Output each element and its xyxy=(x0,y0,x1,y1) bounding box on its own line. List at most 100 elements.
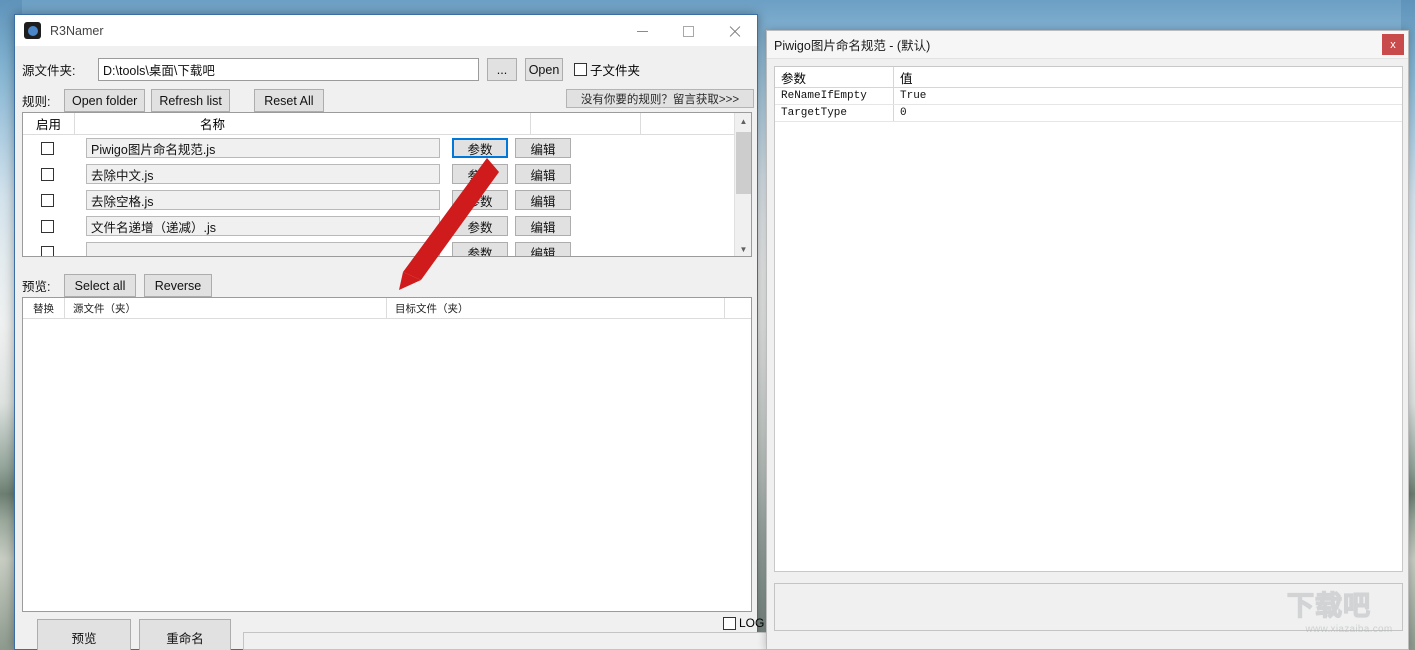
checkbox-icon xyxy=(41,219,54,233)
rule-name-input[interactable]: 去除中文.js xyxy=(86,164,440,184)
dialog-titlebar: Piwigo图片命名规范 - (默认) x xyxy=(767,31,1408,59)
parameter-dialog: Piwigo图片命名规范 - (默认) x 参数 值 ReNameIfEmpty… xyxy=(766,30,1409,650)
rules-table-body: Piwigo图片命名规范.js 参数 编辑 去除中文.js 参数 编辑 去除空格… xyxy=(23,135,751,256)
rules-label: 规则: xyxy=(22,95,51,109)
property-column-value: 值 xyxy=(900,71,913,86)
checkbox-box-log xyxy=(723,616,736,630)
window-controls xyxy=(619,15,757,47)
checkbox-icon xyxy=(41,193,54,207)
property-name: ReNameIfEmpty xyxy=(775,88,894,104)
property-value[interactable]: True xyxy=(894,88,1402,104)
maximize-icon xyxy=(682,25,694,37)
preview-column-source: 源文件（夹） xyxy=(65,298,387,318)
rule-name-input[interactable] xyxy=(86,242,440,256)
open-button[interactable]: Open xyxy=(525,58,563,81)
rules-table-header: 启用 名称 xyxy=(23,113,751,135)
table-row[interactable]: 去除中文.js 参数 编辑 xyxy=(23,161,751,187)
preview-toolbar: 预览: Select all Reverse xyxy=(22,274,212,297)
rule-enabled-cell[interactable] xyxy=(23,193,75,207)
rule-action-buttons: 参数 编辑 xyxy=(452,242,571,256)
browse-button[interactable]: ... xyxy=(487,58,517,81)
table-row[interactable]: ReNameIfEmpty True xyxy=(775,88,1402,105)
refresh-list-button[interactable]: Refresh list xyxy=(151,89,230,112)
open-folder-button[interactable]: Open folder xyxy=(64,89,146,112)
subfolder-checkbox[interactable]: 子文件夹 xyxy=(574,60,640,79)
status-bar xyxy=(243,632,770,650)
property-grid-header: 参数 值 xyxy=(775,67,1402,88)
promo-banner-button[interactable]: 没有你要的规则？留言获取>>> xyxy=(566,89,754,108)
checkbox-icon xyxy=(41,245,54,256)
rule-action-buttons: 参数 编辑 xyxy=(452,190,571,210)
rule-edit-button[interactable]: 编辑 xyxy=(515,138,571,158)
rule-enabled-cell[interactable] xyxy=(23,141,75,155)
rule-name-input[interactable]: 文件名递增（递减）.js xyxy=(86,216,440,236)
rule-action-buttons: 参数 编辑 xyxy=(452,164,571,184)
preview-table-panel: 替换 源文件（夹） 目标文件（夹） xyxy=(22,297,752,612)
checkbox-icon xyxy=(41,167,54,181)
rule-param-button[interactable]: 参数 xyxy=(452,190,508,210)
rule-enabled-cell[interactable] xyxy=(23,167,75,181)
preview-table-header: 替换 源文件（夹） 目标文件（夹） xyxy=(23,298,751,319)
app-icon xyxy=(24,22,41,39)
rule-action-buttons: 参数 编辑 xyxy=(452,216,571,236)
maximize-button[interactable] xyxy=(665,15,711,47)
checkbox-icon xyxy=(41,141,54,155)
minimize-button[interactable] xyxy=(619,15,665,47)
dialog-close-button[interactable]: x xyxy=(1382,34,1404,55)
checkbox-box-subfolder xyxy=(574,63,587,76)
rules-column-name: 名称 xyxy=(75,113,531,134)
rule-action-buttons: 参数 编辑 xyxy=(452,138,571,158)
minimize-icon xyxy=(636,30,648,32)
reset-all-button[interactable]: Reset All xyxy=(253,89,324,112)
property-grid: 参数 值 ReNameIfEmpty True TargetType 0 xyxy=(774,66,1403,572)
rule-edit-button[interactable]: 编辑 xyxy=(515,242,571,256)
rules-column-param xyxy=(531,113,641,134)
table-row[interactable]: TargetType 0 xyxy=(775,105,1402,122)
window-titlebar: R3Namer xyxy=(15,14,757,46)
scroll-up-icon[interactable]: ▲ xyxy=(735,113,751,130)
rule-enabled-cell[interactable] xyxy=(23,245,75,256)
property-column-param: 参数 xyxy=(775,67,894,87)
main-window: R3Namer 源文件夹: D:\tools\桌面\下载吧 ... Open 子… xyxy=(14,14,770,650)
preview-label: 预览: xyxy=(22,280,51,294)
property-value[interactable]: 0 xyxy=(894,105,1402,121)
rule-param-button[interactable]: 参数 xyxy=(452,138,508,158)
rule-name-input[interactable]: Piwigo图片命名规范.js xyxy=(86,138,440,158)
preview-column-extra xyxy=(725,298,751,318)
source-folder-input[interactable]: D:\tools\桌面\下载吧 xyxy=(98,58,479,81)
select-all-button[interactable]: Select all xyxy=(64,274,136,297)
rule-edit-button[interactable]: 编辑 xyxy=(515,164,571,184)
rules-toolbar: 规则: Open folder Refresh list Reset All 没… xyxy=(15,89,757,112)
dialog-title: Piwigo图片命名规范 - (默认) xyxy=(774,39,931,53)
rules-column-enabled: 启用 xyxy=(23,113,75,134)
preview-column-replace: 替换 xyxy=(23,298,65,318)
preview-column-target: 目标文件（夹） xyxy=(387,298,725,318)
rule-enabled-cell[interactable] xyxy=(23,219,75,233)
rename-button[interactable]: 重命名 xyxy=(139,619,231,650)
rule-param-button[interactable]: 参数 xyxy=(452,242,508,256)
description-panel xyxy=(774,583,1403,631)
scroll-down-icon[interactable]: ▼ xyxy=(735,241,751,256)
rule-edit-button[interactable]: 编辑 xyxy=(515,216,571,236)
table-row[interactable]: 参数 编辑 xyxy=(23,239,751,256)
window-title: R3Namer xyxy=(50,23,104,38)
scrollbar-thumb[interactable] xyxy=(736,132,751,194)
preview-button[interactable]: 预览 xyxy=(37,619,131,650)
table-row[interactable]: 去除空格.js 参数 编辑 xyxy=(23,187,751,213)
source-folder-label: 源文件夹: xyxy=(22,64,76,78)
rule-edit-button[interactable]: 编辑 xyxy=(515,190,571,210)
close-button[interactable] xyxy=(711,15,757,47)
table-row[interactable]: 文件名递增（递减）.js 参数 编辑 xyxy=(23,213,751,239)
rules-scrollbar[interactable]: ▲ ▼ xyxy=(734,113,751,256)
table-row[interactable]: Piwigo图片命名规范.js 参数 编辑 xyxy=(23,135,751,161)
window-client-area: 源文件夹: D:\tools\桌面\下载吧 ... Open 子文件夹 规则: … xyxy=(15,54,770,650)
reverse-button[interactable]: Reverse xyxy=(144,274,212,297)
rule-param-button[interactable]: 参数 xyxy=(452,164,508,184)
rule-name-input[interactable]: 去除空格.js xyxy=(86,190,440,210)
source-folder-row: 源文件夹: D:\tools\桌面\下载吧 ... Open 子文件夹 xyxy=(15,54,757,81)
rule-param-button[interactable]: 参数 xyxy=(452,216,508,236)
property-name: TargetType xyxy=(775,105,894,121)
subfolder-checkbox-label: 子文件夹 xyxy=(590,64,641,78)
log-label: LOG xyxy=(739,616,765,630)
log-checkbox[interactable]: LOG xyxy=(723,616,764,630)
